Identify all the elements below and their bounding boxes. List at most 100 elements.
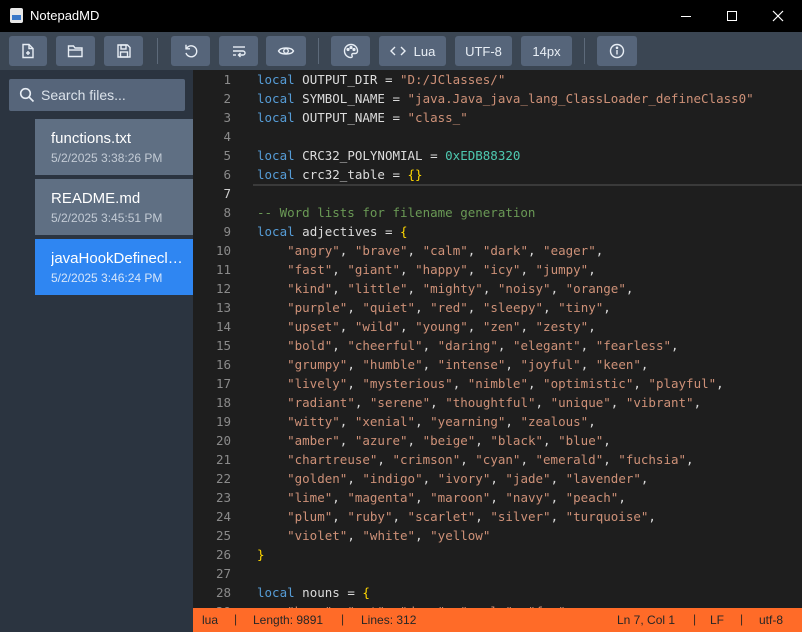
code-line[interactable]: local adjectives = {: [257, 222, 802, 241]
code-token: "angry": [287, 243, 340, 258]
code-line[interactable]: [253, 184, 802, 186]
code-token: "peach": [565, 490, 619, 505]
code-line[interactable]: "golden", "indigo", "ivory", "jade", "la…: [257, 469, 802, 488]
code-token: ,: [671, 338, 679, 353]
save-button[interactable]: [104, 36, 143, 66]
code-token: "emerald": [535, 452, 604, 467]
language-button[interactable]: Lua: [379, 36, 446, 66]
font-size-button[interactable]: 14px: [521, 36, 572, 66]
code-token: ,: [610, 395, 626, 410]
theme-button[interactable]: [331, 36, 370, 66]
code-line[interactable]: "plum", "ruby", "scarlet", "silver", "tu…: [257, 507, 802, 526]
code-line[interactable]: "amber", "azure", "beige", "black", "blu…: [257, 431, 802, 450]
code-token: ,: [467, 300, 483, 315]
code-line[interactable]: "radiant", "serene", "thoughtful", "uniq…: [257, 393, 802, 412]
code-line[interactable]: }: [257, 545, 802, 564]
line-number: 6: [223, 167, 231, 182]
code-token: "white": [362, 528, 416, 543]
code-token: crc32_table =: [294, 167, 408, 182]
code-line[interactable]: "purple", "quiet", "red", "sleepy", "tin…: [257, 298, 802, 317]
code-line[interactable]: local OUTPUT_DIR = "D:/JClasses/": [257, 70, 802, 89]
code-token: ,: [392, 509, 408, 524]
code-token: ,: [332, 338, 348, 353]
code-line[interactable]: local OUTPUT_NAME = "class_": [257, 108, 802, 127]
code-token: "magenta": [347, 490, 416, 505]
code-token: ,: [347, 528, 363, 543]
file-list-item[interactable]: functions.txt 5/2/2025 3:38:26 PM: [35, 119, 193, 175]
code-token: "kind": [287, 281, 333, 296]
code-token: ,: [527, 376, 544, 391]
code-line[interactable]: "lively", "mysterious", "nimble", "optim…: [257, 374, 802, 393]
code-token: "azure": [354, 433, 408, 448]
code-token: "playful": [648, 376, 717, 391]
minimize-button[interactable]: [663, 0, 709, 32]
line-number: 1: [223, 72, 231, 87]
code-line[interactable]: "lime", "magenta", "maroon", "navy", "pe…: [257, 488, 802, 507]
code-line[interactable]: "bold", "cheerful", "daring", "elegant",…: [257, 336, 802, 355]
code-token: ,: [603, 433, 611, 448]
search-input[interactable]: [41, 79, 181, 111]
code-line[interactable]: local SYMBOL_NAME = "java.Java_java_lang…: [257, 89, 802, 108]
code-token: "fuchsia": [618, 452, 687, 467]
code-token: "jumpy": [535, 262, 589, 277]
close-button[interactable]: [755, 0, 801, 32]
preview-button[interactable]: [266, 36, 306, 66]
code-token: "giant": [347, 262, 401, 277]
title-bar: NotepadMD: [0, 0, 802, 32]
about-button[interactable]: [597, 36, 637, 66]
code-line[interactable]: "chartreuse", "crimson", "cyan", "emeral…: [257, 450, 802, 469]
code-line[interactable]: "upset", "wild", "young", "zen", "zesty"…: [257, 317, 802, 336]
code-token: ,: [580, 357, 596, 372]
code-token: "silver": [490, 509, 551, 524]
code-line[interactable]: "kind", "little", "mighty", "noisy", "or…: [257, 279, 802, 298]
code-line[interactable]: local nouns = {: [257, 583, 802, 602]
code-token: "lime": [287, 490, 333, 505]
toolbar-separator: [157, 38, 158, 64]
code-token: ,: [407, 281, 423, 296]
code-token: ,: [452, 376, 468, 391]
code-token: 0xEDB88320: [445, 148, 521, 163]
code-token: ,: [497, 338, 513, 353]
code-token: ,: [422, 471, 438, 486]
code-line[interactable]: -- Word lists for filename generation: [257, 203, 802, 222]
code-line[interactable]: "violet", "white", "yellow": [257, 526, 802, 545]
reload-button[interactable]: [171, 36, 210, 66]
code-token: ,: [400, 319, 416, 334]
word-wrap-button[interactable]: [219, 36, 258, 66]
new-file-button[interactable]: [9, 36, 47, 66]
code-line[interactable]: "angry", "brave", "calm", "dark", "eager…: [257, 241, 802, 260]
code-line[interactable]: local crc32_table = {}: [257, 165, 802, 184]
open-folder-button[interactable]: [56, 36, 95, 66]
file-modified-date: 5/2/2025 3:45:51 PM: [51, 211, 163, 225]
code-line[interactable]: "fast", "giant", "happy", "icy", "jumpy"…: [257, 260, 802, 279]
code-token: "brave": [354, 243, 408, 258]
code-token: local: [257, 224, 295, 239]
new-file-icon: [22, 43, 34, 59]
code-token: "red": [430, 300, 468, 315]
encoding-button[interactable]: UTF-8: [455, 36, 512, 66]
code-token: "maroon": [430, 490, 491, 505]
code-token: "zen": [482, 319, 521, 334]
code-editor[interactable]: 1 2 3 4 5 6 7 8 9 10 11 12 13 14 15 16 17 18 19 20 21 22 23 24 2…: [193, 70, 802, 608]
code-line[interactable]: local CRC32_POLYNOMIAL = 0xEDB88320: [257, 146, 802, 165]
file-list-item[interactable]: javaHookDefineclass.lua 5/2/2025 3:46:24 …: [35, 239, 193, 295]
code-token: "eager": [543, 243, 596, 258]
code-token: SYMBOL_NAME =: [294, 91, 408, 106]
palette-icon: [343, 43, 358, 59]
code-token: ,: [339, 414, 355, 429]
line-number: 11: [215, 262, 231, 277]
file-name: functions.txt: [51, 130, 132, 147]
code-token: ,: [535, 395, 551, 410]
code-token: "radiant": [287, 395, 355, 410]
code-line[interactable]: "witty", "xenial", "yearning", "zealous"…: [257, 412, 802, 431]
code-line[interactable]: "grumpy", "humble", "intense", "joyful",…: [257, 355, 802, 374]
maximize-button[interactable]: [709, 0, 755, 32]
code-token: ,: [415, 528, 431, 543]
file-list-item[interactable]: README.md 5/2/2025 3:45:51 PM: [35, 179, 193, 235]
code-token: ,: [633, 376, 649, 391]
window-title: NotepadMD: [30, 8, 100, 23]
